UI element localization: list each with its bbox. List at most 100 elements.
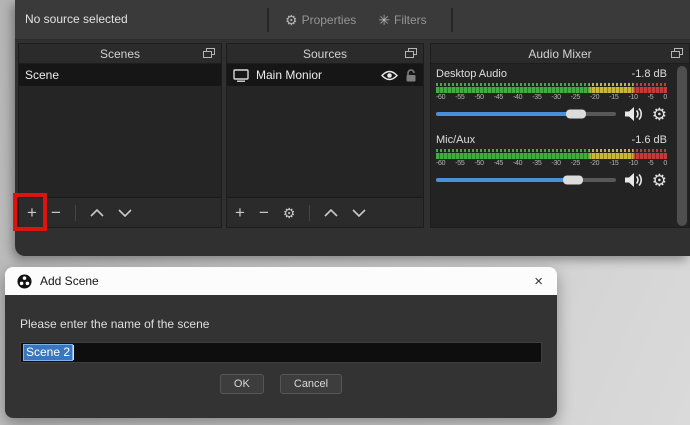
obs-logo-icon xyxy=(17,273,32,289)
db-tick-label: -20 xyxy=(590,94,600,101)
toolbar-separator xyxy=(74,204,76,221)
mixer-channel-desktop-audio: Desktop Audio -1.8 dB -60 -55 -50 -45 -40 -35… xyxy=(431,64,689,123)
channel-gear-icon[interactable]: ⚙ xyxy=(652,172,667,189)
close-icon[interactable]: × xyxy=(532,274,545,289)
audio-mixer-panel-header: Audio Mixer xyxy=(431,44,689,64)
db-tick-label: -10 xyxy=(628,160,639,167)
db-tick-label: -45 xyxy=(493,160,504,167)
db-tick-label: -45 xyxy=(493,94,504,101)
toolbar-separator xyxy=(450,8,453,32)
sources-list: Main Monior xyxy=(227,64,423,197)
volume-slider[interactable] xyxy=(436,107,616,121)
db-tick-label: -15 xyxy=(609,160,619,167)
source-properties-gear-icon[interactable]: ⚙ xyxy=(283,206,296,220)
volume-meter xyxy=(436,87,667,93)
filters-button-label: Filters xyxy=(394,13,427,27)
db-tick-label: -15 xyxy=(609,94,619,101)
filters-button[interactable]: ✳ Filters xyxy=(372,11,432,29)
scenes-panel-header: Scenes xyxy=(19,44,221,64)
db-tick-label: -10 xyxy=(628,94,639,101)
db-tick-label: -55 xyxy=(455,160,465,167)
db-scale: -60 -55 -50 -45 -40 -35 -30 -25 -20 -15 -10 -5 0 xyxy=(436,94,667,101)
scenes-panel-title: Scenes xyxy=(99,46,141,61)
scene-name-input[interactable]: Scene 2 xyxy=(20,342,542,363)
move-source-down-button[interactable] xyxy=(352,208,367,217)
db-tick-label: -50 xyxy=(474,160,485,167)
db-tick-label: -50 xyxy=(474,94,485,101)
channel-gear-icon[interactable]: ⚙ xyxy=(652,106,667,123)
db-tick-label: -40 xyxy=(513,160,523,167)
scene-list-item[interactable]: Scene xyxy=(19,64,221,86)
db-tick-label: -60 xyxy=(436,94,446,101)
sources-panel-header: Sources xyxy=(227,44,423,64)
panel-popout-icon[interactable] xyxy=(405,48,417,58)
volume-meter-ticks xyxy=(436,149,667,152)
no-source-selected-label: No source selected xyxy=(25,12,128,26)
dialog-body: Please enter the name of the scene Scene… xyxy=(5,295,557,418)
scenes-panel: Scenes Scene + − xyxy=(18,43,222,228)
gear-icon: ⚙ xyxy=(285,12,298,28)
db-tick-label: -25 xyxy=(570,94,581,101)
slider-handle[interactable] xyxy=(566,109,587,119)
dialog-title: Add Scene xyxy=(40,274,99,288)
db-scale: -60 -55 -50 -45 -40 -35 -30 -25 -20 -15 -10 -5 0 xyxy=(436,160,667,167)
move-scene-up-button[interactable] xyxy=(90,208,104,217)
panel-popout-icon[interactable] xyxy=(203,48,215,58)
visibility-eye-icon[interactable] xyxy=(381,70,398,81)
audio-mixer-panel: Audio Mixer Desktop Audio -1.8 dB -60 -55… xyxy=(430,43,690,228)
remove-scene-button[interactable]: − xyxy=(51,204,61,221)
add-scene-highlight-box xyxy=(13,193,47,231)
mixer-scrollbar[interactable] xyxy=(677,66,687,226)
add-scene-dialog: Add Scene × Please enter the name of the… xyxy=(5,267,557,418)
db-tick-label: -55 xyxy=(455,94,465,101)
move-scene-down-button[interactable] xyxy=(118,208,132,217)
volume-slider[interactable] xyxy=(436,173,616,187)
filters-icon: ✳ xyxy=(378,12,390,28)
dialog-titlebar[interactable]: Add Scene × xyxy=(5,267,557,295)
panel-popout-icon[interactable] xyxy=(671,48,683,58)
db-tick-label: 0 xyxy=(663,94,667,101)
audio-mixer-body: Desktop Audio -1.8 dB -60 -55 -50 -45 -40 -35… xyxy=(431,64,689,227)
db-tick-label: -25 xyxy=(570,160,581,167)
move-source-up-button[interactable] xyxy=(324,208,339,217)
slider-fill xyxy=(436,109,587,119)
channel-name: Mic/Aux xyxy=(436,134,476,146)
source-item-label: Main Monior xyxy=(256,68,323,82)
channel-level-db: -1.6 dB xyxy=(631,134,667,146)
db-tick-label: -20 xyxy=(590,160,600,167)
scene-name-prompt: Please enter the name of the scene xyxy=(20,317,210,331)
db-tick-label: 0 xyxy=(663,160,667,167)
ok-button[interactable]: OK xyxy=(219,374,264,394)
slider-fill xyxy=(436,175,583,185)
text-caret xyxy=(73,345,75,360)
db-tick-label: -35 xyxy=(532,160,542,167)
source-list-item[interactable]: Main Monior xyxy=(227,64,423,86)
channel-level-db: -1.8 dB xyxy=(631,68,667,80)
db-tick-label: -5 xyxy=(647,94,654,101)
obs-main-window: No source selected ⚙ Properties ✳ Filter… xyxy=(15,0,690,256)
add-source-button[interactable]: + xyxy=(235,204,245,221)
speaker-icon[interactable] xyxy=(624,106,644,122)
display-capture-icon xyxy=(233,68,249,82)
toolbar-separator xyxy=(309,204,311,221)
properties-button[interactable]: ⚙ Properties xyxy=(279,11,362,29)
speaker-icon[interactable] xyxy=(624,172,644,188)
audio-mixer-panel-title: Audio Mixer xyxy=(528,46,592,61)
source-toolbar: No source selected ⚙ Properties ✳ Filter… xyxy=(15,0,690,40)
channel-name: Desktop Audio xyxy=(436,68,507,80)
sources-panel-toolbar: + − ⚙ xyxy=(227,197,423,227)
db-tick-label: -60 xyxy=(436,160,446,167)
properties-button-label: Properties xyxy=(301,13,357,27)
remove-source-button[interactable]: − xyxy=(259,204,269,221)
volume-meter xyxy=(436,153,667,159)
slider-handle[interactable] xyxy=(562,175,583,185)
toolbar-separator xyxy=(267,8,269,32)
mixer-channel-mic-aux: Mic/Aux -1.6 dB -60 -55 -50 -45 -40 -35 -30 -25… xyxy=(431,130,689,189)
scenes-list: Scene xyxy=(19,64,221,197)
sources-panel-title: Sources xyxy=(302,46,348,61)
sources-panel: Sources Main Monior + − ⚙ xyxy=(226,43,424,228)
db-tick-label: -35 xyxy=(532,94,542,101)
volume-meter-ticks xyxy=(436,83,667,86)
lock-icon[interactable] xyxy=(405,68,417,82)
cancel-button[interactable]: Cancel xyxy=(279,374,343,394)
